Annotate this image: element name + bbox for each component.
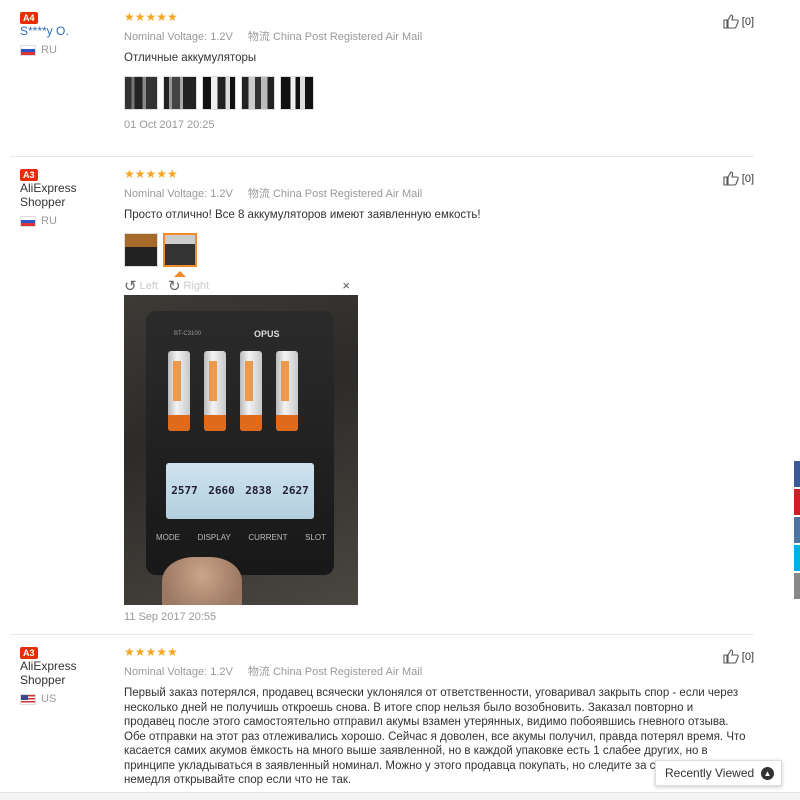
helpful-count: [0] [741, 172, 754, 185]
country-code: RU [41, 215, 57, 227]
finger-image [162, 556, 242, 605]
battery-cell [168, 350, 190, 431]
review-photos [124, 232, 724, 267]
lcd-value: 2660 [208, 484, 235, 497]
pinterest-share-icon[interactable] [794, 489, 800, 515]
battery-cell [240, 350, 262, 431]
review-photo-thumbnail[interactable] [124, 75, 158, 110]
close-icon[interactable]: × [342, 278, 350, 293]
review-photo-thumbnail[interactable] [124, 232, 158, 267]
rotate-right-icon[interactable]: ↻ [168, 277, 181, 295]
review-date: 11 Sep 2017 20:55 [124, 610, 217, 623]
review-1: A4 S****y O. RU ★★★★★ Nominal Voltage: 1… [10, 0, 754, 157]
review-3: A3 AliExpress Shopper US ★★★★★ Nominal V… [10, 635, 754, 800]
charger-button-label: CURRENT [248, 532, 288, 542]
buyer-level-badge: A3 [20, 647, 38, 659]
battery-charger-image: BT-C3100 OPUS 2577 2660 2838 2627 MODE D… [146, 310, 334, 575]
review-text: Отличные аккумуляторы [124, 52, 257, 64]
thumbs-up-icon [723, 14, 739, 29]
reviewer-info: A3 AliExpress Shopper US [20, 645, 120, 705]
review-meta: Nominal Voltage: 1.2V 物流 China Post Regi… [124, 663, 746, 679]
twitter-share-icon[interactable] [794, 545, 800, 571]
lcd-value: 2627 [282, 484, 309, 497]
charger-button-label: MODE [156, 532, 180, 542]
reviewer-name[interactable]: S****y O. [20, 24, 104, 38]
rotate-left-icon[interactable]: ↺ [124, 277, 137, 295]
review-text: Просто отлично! Все 8 аккумуляторов имею… [124, 209, 481, 221]
charger-button-label: DISPLAY [197, 532, 231, 542]
reviewer-name: AliExpress Shopper [20, 181, 77, 209]
review-photos [124, 75, 724, 110]
thumbs-up-icon [723, 649, 739, 664]
helpful-button[interactable]: [0] [723, 649, 754, 664]
recently-viewed-label: Recently Viewed [665, 766, 755, 780]
flag-icon [20, 215, 36, 227]
rotate-right-label[interactable]: Right [184, 280, 210, 292]
buyer-level-badge: A4 [20, 12, 38, 24]
review-photo-thumbnail[interactable] [202, 75, 236, 110]
flag-icon [20, 693, 36, 705]
review-text: Первый заказ потерялся, продавец всяческ… [124, 687, 746, 786]
product-attribute: Nominal Voltage: 1.2V [124, 31, 233, 43]
reviewer-info: A3 AliExpress Shopper RU [20, 167, 120, 227]
review-date: 01 Oct 2017 20:25 [124, 118, 215, 131]
recently-viewed-button[interactable]: Recently Viewed ▲ [655, 760, 782, 786]
review-photo-thumbnail[interactable] [241, 75, 275, 110]
product-attribute: Nominal Voltage: 1.2V [124, 188, 233, 200]
page-bottom-bar [0, 792, 800, 800]
shipping-method: 物流 China Post Registered Air Mail [247, 31, 423, 43]
more-share-icon[interactable] [794, 573, 800, 599]
review-content: ★★★★★ Nominal Voltage: 1.2V 物流 China Pos… [124, 167, 724, 623]
country-code: RU [41, 44, 57, 56]
reviewer-info: A4 S****y O. RU [20, 10, 120, 56]
chevron-up-icon: ▲ [761, 766, 774, 780]
photo-viewer: ↺ Left ↻ Right × BT-C3100 OPUS 2577 2660 [124, 270, 358, 605]
charger-model-label: BT-C3100 [174, 330, 202, 337]
charger-brand-label: OPUS [254, 328, 280, 339]
helpful-button[interactable]: [0] [723, 14, 754, 29]
shipping-method: 物流 China Post Registered Air Mail [247, 188, 423, 200]
review-2: A3 AliExpress Shopper RU ★★★★★ Nominal V… [10, 157, 754, 635]
reviewer-country: US [20, 693, 120, 705]
helpful-button[interactable]: [0] [723, 171, 754, 186]
reviewer-country: RU [20, 44, 120, 56]
review-photo-large: BT-C3100 OPUS 2577 2660 2838 2627 MODE D… [124, 294, 358, 605]
helpful-count: [0] [741, 15, 754, 28]
review-content: ★★★★★ Nominal Voltage: 1.2V 物流 China Pos… [124, 645, 746, 788]
charger-lcd-display: 2577 2660 2838 2627 [166, 462, 314, 519]
star-rating: ★★★★★ [124, 167, 178, 181]
product-attribute: Nominal Voltage: 1.2V [124, 666, 233, 678]
review-photo-thumbnail[interactable] [280, 75, 314, 110]
charger-buttons: MODE DISPLAY CURRENT SLOT [156, 533, 326, 542]
country-code: US [41, 693, 57, 705]
star-rating: ★★★★★ [124, 10, 178, 24]
review-photo-thumbnail[interactable] [163, 75, 197, 110]
reviewer-country: RU [20, 215, 120, 227]
review-content: ★★★★★ Nominal Voltage: 1.2V 物流 China Pos… [124, 10, 724, 131]
lcd-value: 2577 [171, 484, 198, 497]
review-photo-thumbnail-selected[interactable] [163, 232, 197, 267]
share-sidebar [794, 461, 800, 601]
viewer-toolbar: ↺ Left ↻ Right × [124, 277, 358, 295]
battery-cell [276, 350, 298, 431]
helpful-count: [0] [741, 650, 754, 663]
reviewer-name: AliExpress Shopper [20, 659, 77, 687]
shipping-method: 物流 China Post Registered Air Mail [247, 666, 423, 678]
buyer-level-badge: A3 [20, 169, 38, 181]
star-rating: ★★★★★ [124, 645, 178, 659]
review-meta: Nominal Voltage: 1.2V 物流 China Post Regi… [124, 185, 724, 201]
charger-button-label: SLOT [305, 532, 326, 542]
battery-cell [204, 350, 226, 431]
rotate-left-label[interactable]: Left [140, 280, 158, 292]
facebook-share-icon[interactable] [794, 461, 800, 487]
lcd-value: 2838 [245, 484, 272, 497]
vk-share-icon[interactable] [794, 517, 800, 543]
flag-icon [20, 44, 36, 56]
review-meta: Nominal Voltage: 1.2V 物流 China Post Regi… [124, 28, 724, 44]
thumbs-up-icon [723, 171, 739, 186]
